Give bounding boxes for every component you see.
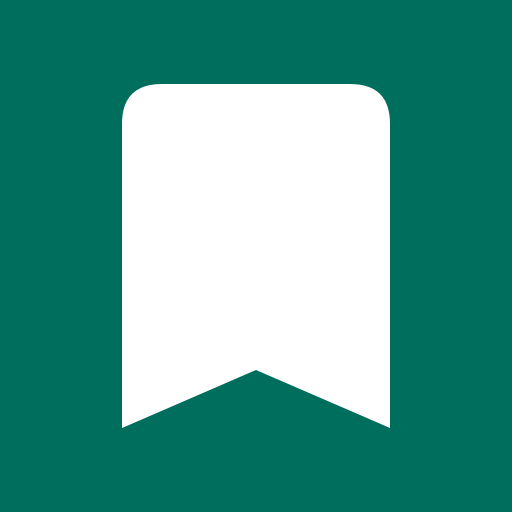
app-icon-tile [0,0,512,512]
bookmark-icon-graphic [0,0,512,512]
